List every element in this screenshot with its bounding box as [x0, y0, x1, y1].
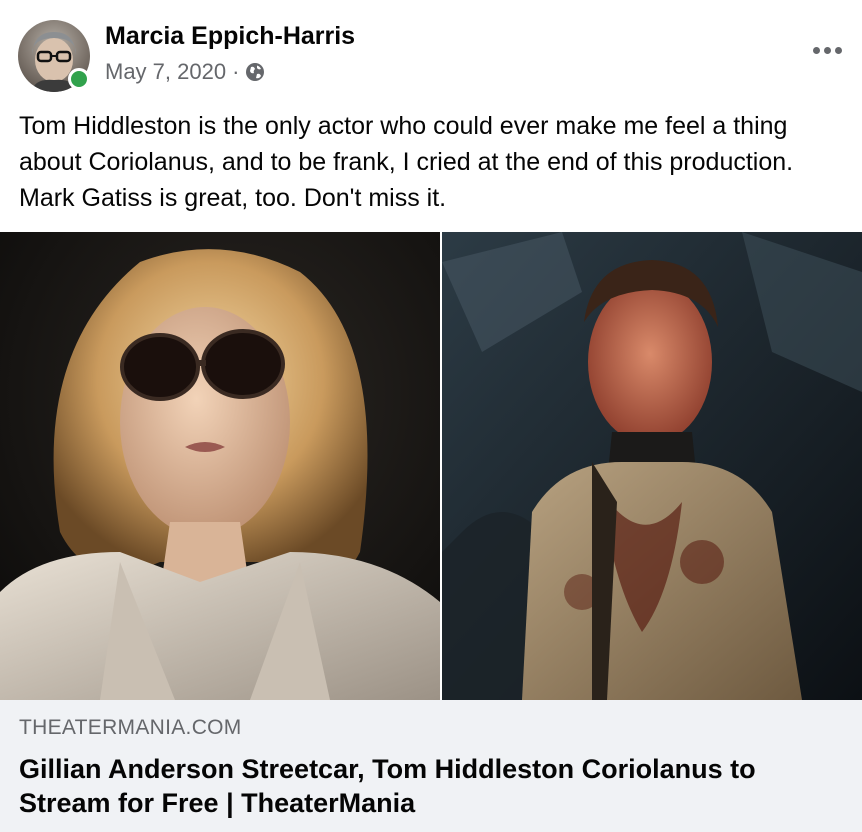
photo-right[interactable] [442, 232, 862, 700]
post-meta: May 7, 2020 · [105, 59, 265, 85]
dot-icon [823, 46, 831, 54]
link-title[interactable]: Gillian Anderson Streetcar, Tom Hiddlest… [19, 752, 839, 820]
photo-left[interactable] [0, 232, 440, 700]
meta-separator: · [232, 59, 240, 84]
dot-icon [834, 46, 842, 54]
link-domain: THEATERMANIA.COM [19, 716, 242, 739]
facebook-post: Marcia Eppich-Harris May 7, 2020 · Tom H… [0, 0, 862, 832]
online-status-dot [68, 68, 90, 90]
post-date[interactable]: May 7, 2020 [105, 59, 226, 85]
author-avatar[interactable] [18, 20, 90, 92]
post-text: Tom Hiddleston is the only actor who cou… [19, 112, 794, 212]
author-name[interactable]: Marcia Eppich-Harris [105, 22, 355, 51]
more-options-icon[interactable] [810, 40, 844, 60]
globe-icon[interactable] [245, 62, 265, 82]
dot-icon [812, 46, 820, 54]
post-media[interactable] [0, 232, 862, 700]
